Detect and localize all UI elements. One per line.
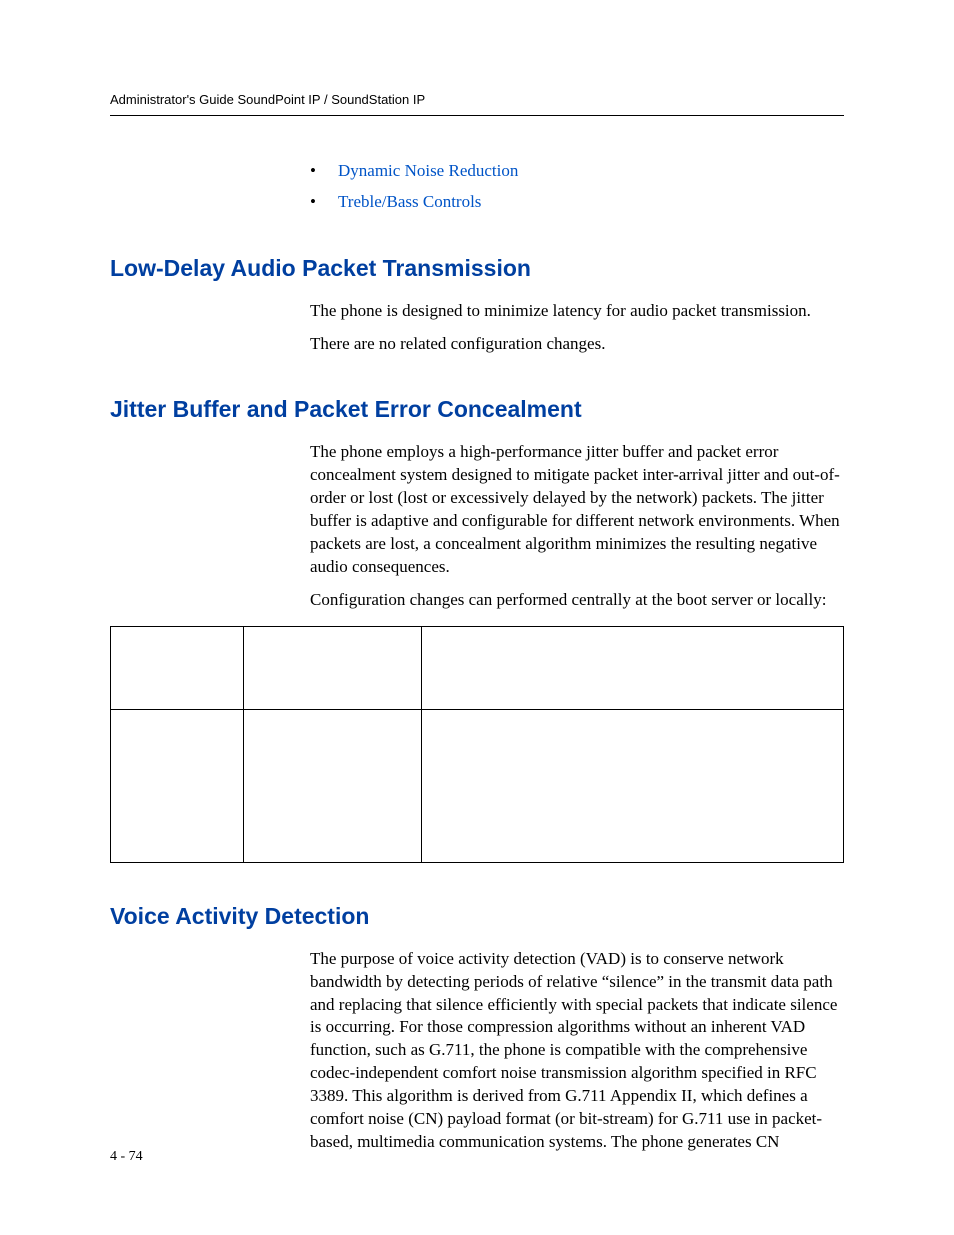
heading-voice-activity: Voice Activity Detection [110, 903, 844, 930]
section-voice-activity: Voice Activity Detection The purpose of … [110, 903, 844, 1154]
page-number: 4 - 74 [110, 1149, 143, 1165]
table-cell [422, 626, 844, 709]
body-text: There are no related configuration chang… [310, 333, 844, 356]
section-jitter-buffer: Jitter Buffer and Packet Error Concealme… [110, 396, 844, 863]
bullet-list: Dynamic Noise Reduction Treble/Bass Cont… [310, 156, 844, 217]
section-low-delay: Low-Delay Audio Packet Transmission The … [110, 255, 844, 356]
bullet-item-treble-bass: Treble/Bass Controls [310, 187, 844, 218]
page: Administrator's Guide SoundPoint IP / So… [0, 0, 954, 1235]
table-cell [244, 626, 422, 709]
table-cell [111, 626, 244, 709]
table-row [111, 709, 844, 862]
header-rule [110, 115, 844, 116]
config-table [110, 626, 844, 863]
body-text: The phone is designed to minimize latenc… [310, 300, 844, 323]
link-dynamic-noise-reduction[interactable]: Dynamic Noise Reduction [338, 161, 518, 180]
bullet-item-dynamic-noise: Dynamic Noise Reduction [310, 156, 844, 187]
table-cell [422, 709, 844, 862]
body-text: The purpose of voice activity detection … [310, 948, 844, 1154]
running-header: Administrator's Guide SoundPoint IP / So… [110, 92, 844, 115]
body-text: Configuration changes can performed cent… [310, 589, 844, 612]
table-cell [244, 709, 422, 862]
table-row [111, 626, 844, 709]
body-text: The phone employs a high-performance jit… [310, 441, 844, 579]
heading-low-delay: Low-Delay Audio Packet Transmission [110, 255, 844, 282]
heading-jitter-buffer: Jitter Buffer and Packet Error Concealme… [110, 396, 844, 423]
table-cell [111, 709, 244, 862]
link-treble-bass-controls[interactable]: Treble/Bass Controls [338, 192, 481, 211]
